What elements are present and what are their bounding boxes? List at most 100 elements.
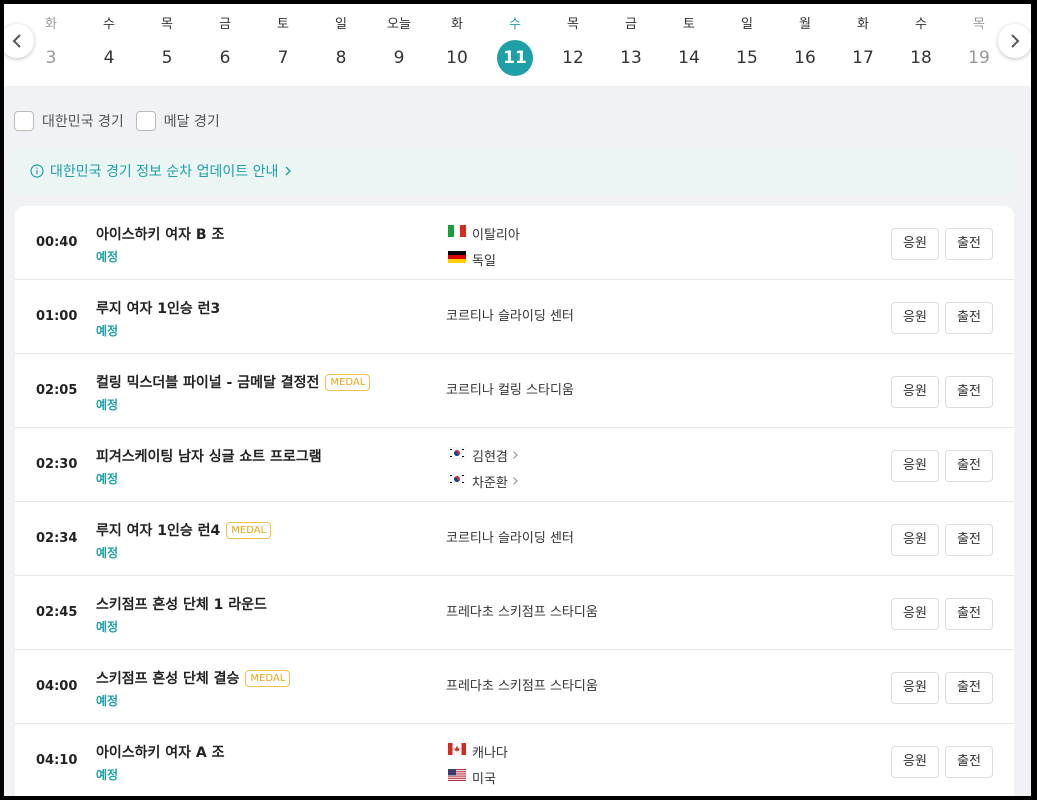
event-title: 피겨스케이팅 남자 싱글 쇼트 프로그램 bbox=[96, 446, 322, 466]
participate-button[interactable]: 출전 bbox=[945, 302, 993, 334]
event-row[interactable]: 02:05 컬링 믹스더블 파이널 - 금메달 결정전 MEDAL 예정 코르티나 컬링… bbox=[15, 354, 1014, 428]
event-row[interactable]: 00:40 아이스하키 여자 B 조 예정 이탈리아 독일 응원 출전 bbox=[15, 206, 1014, 280]
event-row[interactable]: 04:10 아이스하키 여자 A 조 예정 캐나다 미국 응원 출전 bbox=[15, 724, 1014, 796]
date-weekday: 월 bbox=[799, 17, 811, 32]
event-title-text: 스키점프 혼성 단체 1 라운드 bbox=[96, 597, 267, 613]
checkbox-box[interactable] bbox=[14, 111, 34, 131]
event-title-block: 컬링 믹스더블 파이널 - 금메달 결정전 MEDAL 예정 bbox=[96, 372, 371, 413]
participate-button[interactable]: 출전 bbox=[945, 450, 993, 482]
team-name: 독일 bbox=[472, 253, 496, 269]
cheer-button[interactable]: 응원 bbox=[891, 450, 939, 482]
event-status: 예정 bbox=[96, 768, 119, 782]
cheer-button[interactable]: 응원 bbox=[891, 302, 939, 334]
date-number: 3 bbox=[45, 48, 57, 68]
event-row[interactable]: 02:34 루지 여자 1인승 런4 MEDAL 예정 코르티나 슬라이딩 센터 응원 출전 bbox=[15, 502, 1014, 576]
next-dates-button[interactable] bbox=[998, 24, 1031, 58]
date-number: 18 bbox=[910, 48, 932, 68]
event-teams: 김현겸차준환 bbox=[447, 442, 519, 494]
date-item[interactable]: 목5 bbox=[138, 4, 196, 86]
chevron-right-icon bbox=[512, 476, 519, 486]
event-venue: 프레다초 스키점프 스타디움 bbox=[446, 605, 598, 620]
date-item[interactable]: 일8 bbox=[312, 4, 370, 86]
update-notice-link[interactable]: 대한민국 경기 정보 순차 업데이트 안내 bbox=[14, 148, 1015, 194]
date-item[interactable]: 오늘 9 bbox=[370, 4, 428, 86]
team-name: 김현겸 bbox=[472, 449, 508, 465]
event-title-text: 피겨스케이팅 남자 싱글 쇼트 프로그램 bbox=[96, 449, 322, 465]
date-weekday: 목 bbox=[161, 17, 173, 32]
event-status: 예정 bbox=[96, 694, 119, 708]
event-row[interactable]: 02:30 피겨스케이팅 남자 싱글 쇼트 프로그램 예정 김현겸 차준환 응원 출전 bbox=[15, 428, 1014, 502]
date-item[interactable]: 금6 bbox=[196, 4, 254, 86]
korea-flag-icon bbox=[447, 472, 467, 489]
date-weekday: 일 bbox=[335, 17, 347, 32]
date-item[interactable]: 일 15 bbox=[718, 4, 776, 86]
team-item: 미국 bbox=[448, 764, 508, 790]
filter-bar: 대한민국 경기 메달 경기 bbox=[14, 109, 232, 133]
event-row[interactable]: 02:45 스키점프 혼성 단체 1 라운드 예정 프레다초 스키점프 스타디움 응원 출… bbox=[15, 576, 1014, 650]
event-row[interactable]: 04:00 스키점프 혼성 단체 결승 MEDAL 예정 프레다초 스키점프 스타디움 응… bbox=[15, 650, 1014, 724]
date-weekday: 목 bbox=[973, 17, 985, 32]
korea-games-checkbox[interactable]: 대한민국 경기 bbox=[14, 111, 124, 131]
date-weekday: 오늘 bbox=[387, 17, 411, 32]
cheer-button[interactable]: 응원 bbox=[891, 524, 939, 556]
date-item[interactable]: 화 17 bbox=[834, 4, 892, 86]
team-item[interactable]: 김현겸 bbox=[447, 442, 519, 468]
event-title: 컬링 믹스더블 파이널 - 금메달 결정전 MEDAL bbox=[96, 372, 371, 392]
date-number: 16 bbox=[794, 48, 816, 68]
date-item[interactable]: 금 13 bbox=[602, 4, 660, 86]
date-number: 8 bbox=[335, 48, 347, 68]
team-item[interactable]: 차준환 bbox=[447, 468, 519, 494]
date-item[interactable]: 토 14 bbox=[660, 4, 718, 86]
participate-button[interactable]: 출전 bbox=[945, 746, 993, 778]
date-item[interactable]: 수 11 bbox=[486, 4, 544, 86]
event-venue: 프레다초 스키점프 스타디움 bbox=[446, 679, 598, 694]
cheer-button[interactable]: 응원 bbox=[891, 598, 939, 630]
date-item[interactable]: 화 10 bbox=[428, 4, 486, 86]
date-number: 9 bbox=[393, 48, 405, 68]
participate-button[interactable]: 출전 bbox=[945, 598, 993, 630]
event-venue: 코르티나 슬라이딩 센터 bbox=[446, 309, 574, 324]
cheer-button[interactable]: 응원 bbox=[891, 228, 939, 260]
canada-flag-icon bbox=[448, 743, 466, 759]
checkbox-box[interactable] bbox=[135, 111, 156, 131]
cheer-button[interactable]: 응원 bbox=[891, 746, 939, 778]
participate-button[interactable]: 출전 bbox=[945, 228, 993, 260]
date-number: 4 bbox=[103, 48, 115, 68]
italy-flag-icon bbox=[448, 225, 466, 241]
date-item[interactable]: 목 12 bbox=[544, 4, 602, 86]
event-title-block: 피겨스케이팅 남자 싱글 쇼트 프로그램 예정 bbox=[96, 446, 322, 487]
event-title-block: 스키점프 혼성 단체 1 라운드 예정 bbox=[96, 594, 267, 635]
event-title-block: 아이스하키 여자 B 조 예정 bbox=[96, 224, 224, 265]
medal-badge: MEDAL bbox=[226, 521, 272, 539]
event-row[interactable]: 01:00 루지 여자 1인승 런3 예정 코르티나 슬라이딩 센터 응원 출전 bbox=[15, 280, 1014, 354]
participate-button[interactable]: 출전 bbox=[945, 672, 993, 704]
participate-button[interactable]: 출전 bbox=[945, 524, 993, 556]
medal-games-checkbox[interactable]: 메달 경기 bbox=[135, 111, 220, 131]
team-name: 차준환 bbox=[472, 475, 508, 491]
event-status: 예정 bbox=[96, 546, 119, 560]
cheer-button[interactable]: 응원 bbox=[891, 376, 939, 408]
date-number: 13 bbox=[620, 48, 642, 68]
date-number: 7 bbox=[277, 48, 289, 68]
team-item: 독일 bbox=[448, 246, 520, 272]
event-title-text: 루지 여자 1인승 런3 bbox=[96, 301, 221, 317]
notice-text: 대한민국 경기 정보 순차 업데이트 안내 bbox=[50, 164, 279, 180]
event-time: 00:40 bbox=[36, 235, 78, 250]
event-time: 02:05 bbox=[36, 383, 78, 398]
team-name: 미국 bbox=[472, 771, 496, 787]
participate-button[interactable]: 출전 bbox=[945, 376, 993, 408]
date-strip: 목 19 수 18 화 17 월 16 일 15 토 14 금 13 목 12 수 11 화 10 오늘 9 일 8 토 7 금 6 목… bbox=[4, 4, 1031, 86]
event-title-text: 아이스하키 여자 A 조 bbox=[96, 745, 225, 761]
date-item[interactable]: 수4 bbox=[80, 4, 138, 86]
event-title-text: 컬링 믹스더블 파이널 - 금메달 결정전 bbox=[96, 375, 320, 391]
chevron-right-icon bbox=[1011, 34, 1020, 48]
date-number: 12 bbox=[562, 48, 584, 68]
date-weekday: 토 bbox=[683, 17, 695, 32]
date-item[interactable]: 월 16 bbox=[776, 4, 834, 86]
team-name: 캐나다 bbox=[472, 745, 508, 761]
date-item[interactable]: 수 18 bbox=[892, 4, 950, 86]
date-item[interactable]: 토7 bbox=[254, 4, 312, 86]
chevron-left-icon bbox=[12, 34, 21, 48]
cheer-button[interactable]: 응원 bbox=[891, 672, 939, 704]
event-title: 아이스하키 여자 A 조 bbox=[96, 742, 225, 762]
